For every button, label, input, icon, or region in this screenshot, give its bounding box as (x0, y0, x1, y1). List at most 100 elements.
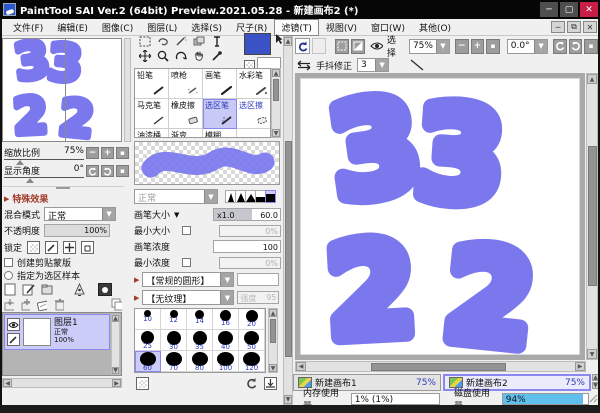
tool-selection-eraser[interactable]: 选区擦 (237, 99, 271, 129)
lock-pixels-button[interactable] (45, 241, 58, 254)
duplicate-layer-icon[interactable] (111, 298, 122, 311)
scroll-down-icon[interactable]: ▼ (112, 367, 119, 374)
menu-layer[interactable]: 图层(L) (140, 19, 184, 36)
brush-mode-select[interactable]: 正常 ▼ (134, 189, 218, 204)
scroll-right-icon[interactable]: ▶ (575, 362, 585, 371)
scroll-up-icon[interactable]: ▲ (272, 69, 280, 77)
reset-brush-button[interactable] (245, 377, 258, 390)
menu-file[interactable]: 文件(F) (6, 19, 50, 36)
min-size-checkbox[interactable] (182, 226, 191, 235)
layer-list-scrollbar[interactable]: ▲ ▼ (111, 314, 120, 375)
eyedropper-tool[interactable] (208, 49, 226, 62)
preset-100[interactable]: 100 (213, 351, 239, 372)
rotate-cw-button[interactable] (101, 165, 114, 177)
menu-image[interactable]: 图像(C) (95, 19, 140, 36)
tool-brush[interactable]: 画笔 (203, 69, 237, 99)
min-size-slider[interactable]: 0% (219, 225, 281, 237)
rect-select-tool[interactable] (136, 35, 154, 48)
tool-pencil[interactable]: 铅笔 (135, 69, 169, 99)
new-folder-icon[interactable] (41, 283, 53, 296)
canvas[interactable] (300, 78, 580, 355)
menu-view[interactable]: 视图(V) (319, 19, 364, 36)
view-rotate-ccw-button[interactable] (553, 39, 567, 54)
chevron-down-icon[interactable]: ▼ (375, 59, 388, 71)
maximize-button[interactable]: ▢ (560, 2, 578, 17)
minimize-button[interactable]: ─ (540, 2, 558, 17)
view-rotate-cw-button[interactable] (569, 39, 583, 54)
zoom-out-button[interactable]: − (86, 147, 99, 159)
menu-other[interactable]: 其他(O) (412, 19, 458, 36)
stabilizer-select[interactable]: 3 ▼ (357, 58, 389, 72)
preset-80[interactable]: 80 (187, 351, 213, 372)
preset-40[interactable]: 40 (213, 330, 239, 351)
left-panel-scrollbar[interactable] (124, 38, 131, 142)
preset-30[interactable]: 30 (161, 330, 187, 351)
scrollbar-thumb[interactable] (273, 79, 279, 101)
tool-eraser[interactable]: 橡皮擦 (169, 99, 203, 129)
blend-mode-select[interactable]: 正常 ▼ (44, 207, 116, 221)
zoom-tool[interactable] (154, 49, 172, 62)
view-rotate-reset-button[interactable]: ▪ (584, 39, 598, 54)
preset-16[interactable]: 16 (213, 309, 239, 330)
scroll-down-icon[interactable]: ▼ (272, 129, 280, 137)
preset-60[interactable]: 60 (135, 351, 161, 372)
mask-mode-button[interactable] (98, 283, 112, 296)
navigator-preview[interactable] (2, 38, 122, 142)
scroll-right-icon[interactable]: ▶ (112, 379, 121, 387)
show-selection-eye-icon[interactable] (370, 41, 383, 51)
new-layer-icon[interactable] (4, 283, 16, 296)
rotate-ccw-button[interactable] (86, 165, 99, 177)
canvas-vscrollbar[interactable]: ▲ ▼ (586, 73, 598, 360)
preset-menu-button[interactable] (136, 377, 149, 390)
navigator-angle-slider[interactable] (26, 178, 34, 183)
layer-move-tool[interactable] (190, 35, 208, 48)
scrollbar-thumb[interactable] (588, 146, 597, 286)
scroll-down-icon[interactable]: ▼ (284, 395, 292, 404)
scrollbar-thumb[interactable] (371, 363, 506, 371)
brush-shape-select[interactable]: 【常规的圆形】 ▼ (142, 272, 234, 287)
tool-selection-pen[interactable]: 选区笔 (203, 99, 237, 129)
chevron-down-icon[interactable]: ▼ (174, 211, 179, 219)
menu-filter[interactable]: 滤镜(T) (274, 19, 319, 36)
preset-12[interactable]: 12 (161, 309, 187, 330)
ruler-compass-icon[interactable] (73, 283, 86, 296)
new-linework-layer-icon[interactable] (22, 283, 35, 296)
scroll-down-icon[interactable]: ▼ (587, 349, 597, 359)
tool-grid-scrollbar[interactable]: ▲ ▼ (271, 68, 281, 138)
chevron-down-icon[interactable]: ▼ (436, 40, 449, 53)
chevron-down-icon[interactable]: ▼ (534, 40, 547, 53)
flip-arrows-icon[interactable] (297, 60, 311, 71)
preset-35[interactable]: 35 (187, 330, 213, 351)
title-bar[interactable]: PaintTool SAI Ver.2 (64bit) Preview.2021… (0, 0, 600, 19)
child-close-button[interactable]: ✕ (583, 21, 597, 33)
lock-all-button[interactable] (81, 241, 94, 254)
close-button[interactable]: ✕ (580, 2, 598, 17)
scroll-up-icon[interactable]: ▲ (269, 309, 277, 317)
preset-25[interactable]: 25 (135, 330, 161, 351)
zoom-in-button[interactable]: + (101, 147, 114, 159)
view-zoom-out-button[interactable]: − (455, 39, 469, 54)
view-zoom-reset-button[interactable]: ▪ (486, 39, 500, 54)
primary-color-swatch[interactable] (244, 33, 271, 55)
texture-select[interactable]: 【无纹理】 ▼ (142, 290, 234, 305)
view-zoom-select[interactable]: 75% ▼ (409, 39, 450, 54)
tool-gradient[interactable]: 渐变 (169, 129, 203, 138)
opacity-slider[interactable]: 100% (44, 224, 110, 237)
tool-marker[interactable]: 马克笔 (135, 99, 169, 129)
tool-airbrush[interactable]: 喷枪 (169, 69, 203, 99)
preset-120[interactable]: 120 (239, 351, 265, 372)
scroll-up-icon[interactable]: ▲ (284, 37, 292, 46)
tool-watercolor[interactable]: 水彩笔 (237, 69, 271, 99)
preset-14[interactable]: 14 (187, 309, 213, 330)
layer-row-1[interactable]: 图层1 正常 100% (4, 314, 110, 350)
preset-grid-scrollbar[interactable]: ▲ ▼ (268, 308, 278, 373)
lasso-tool[interactable] (154, 35, 172, 48)
divider-handle[interactable] (56, 187, 70, 189)
clipping-mask-row[interactable]: 创建剪贴蒙版 (4, 256, 71, 269)
add-layer-icon[interactable] (21, 299, 31, 311)
save-brush-button[interactable] (264, 377, 277, 390)
selection-source-row[interactable]: 指定为选区样本 (4, 269, 80, 282)
scroll-left-icon[interactable]: ◀ (296, 362, 306, 371)
scrollbar-thumb[interactable] (270, 319, 276, 343)
preset-20[interactable]: 20 (239, 309, 265, 330)
